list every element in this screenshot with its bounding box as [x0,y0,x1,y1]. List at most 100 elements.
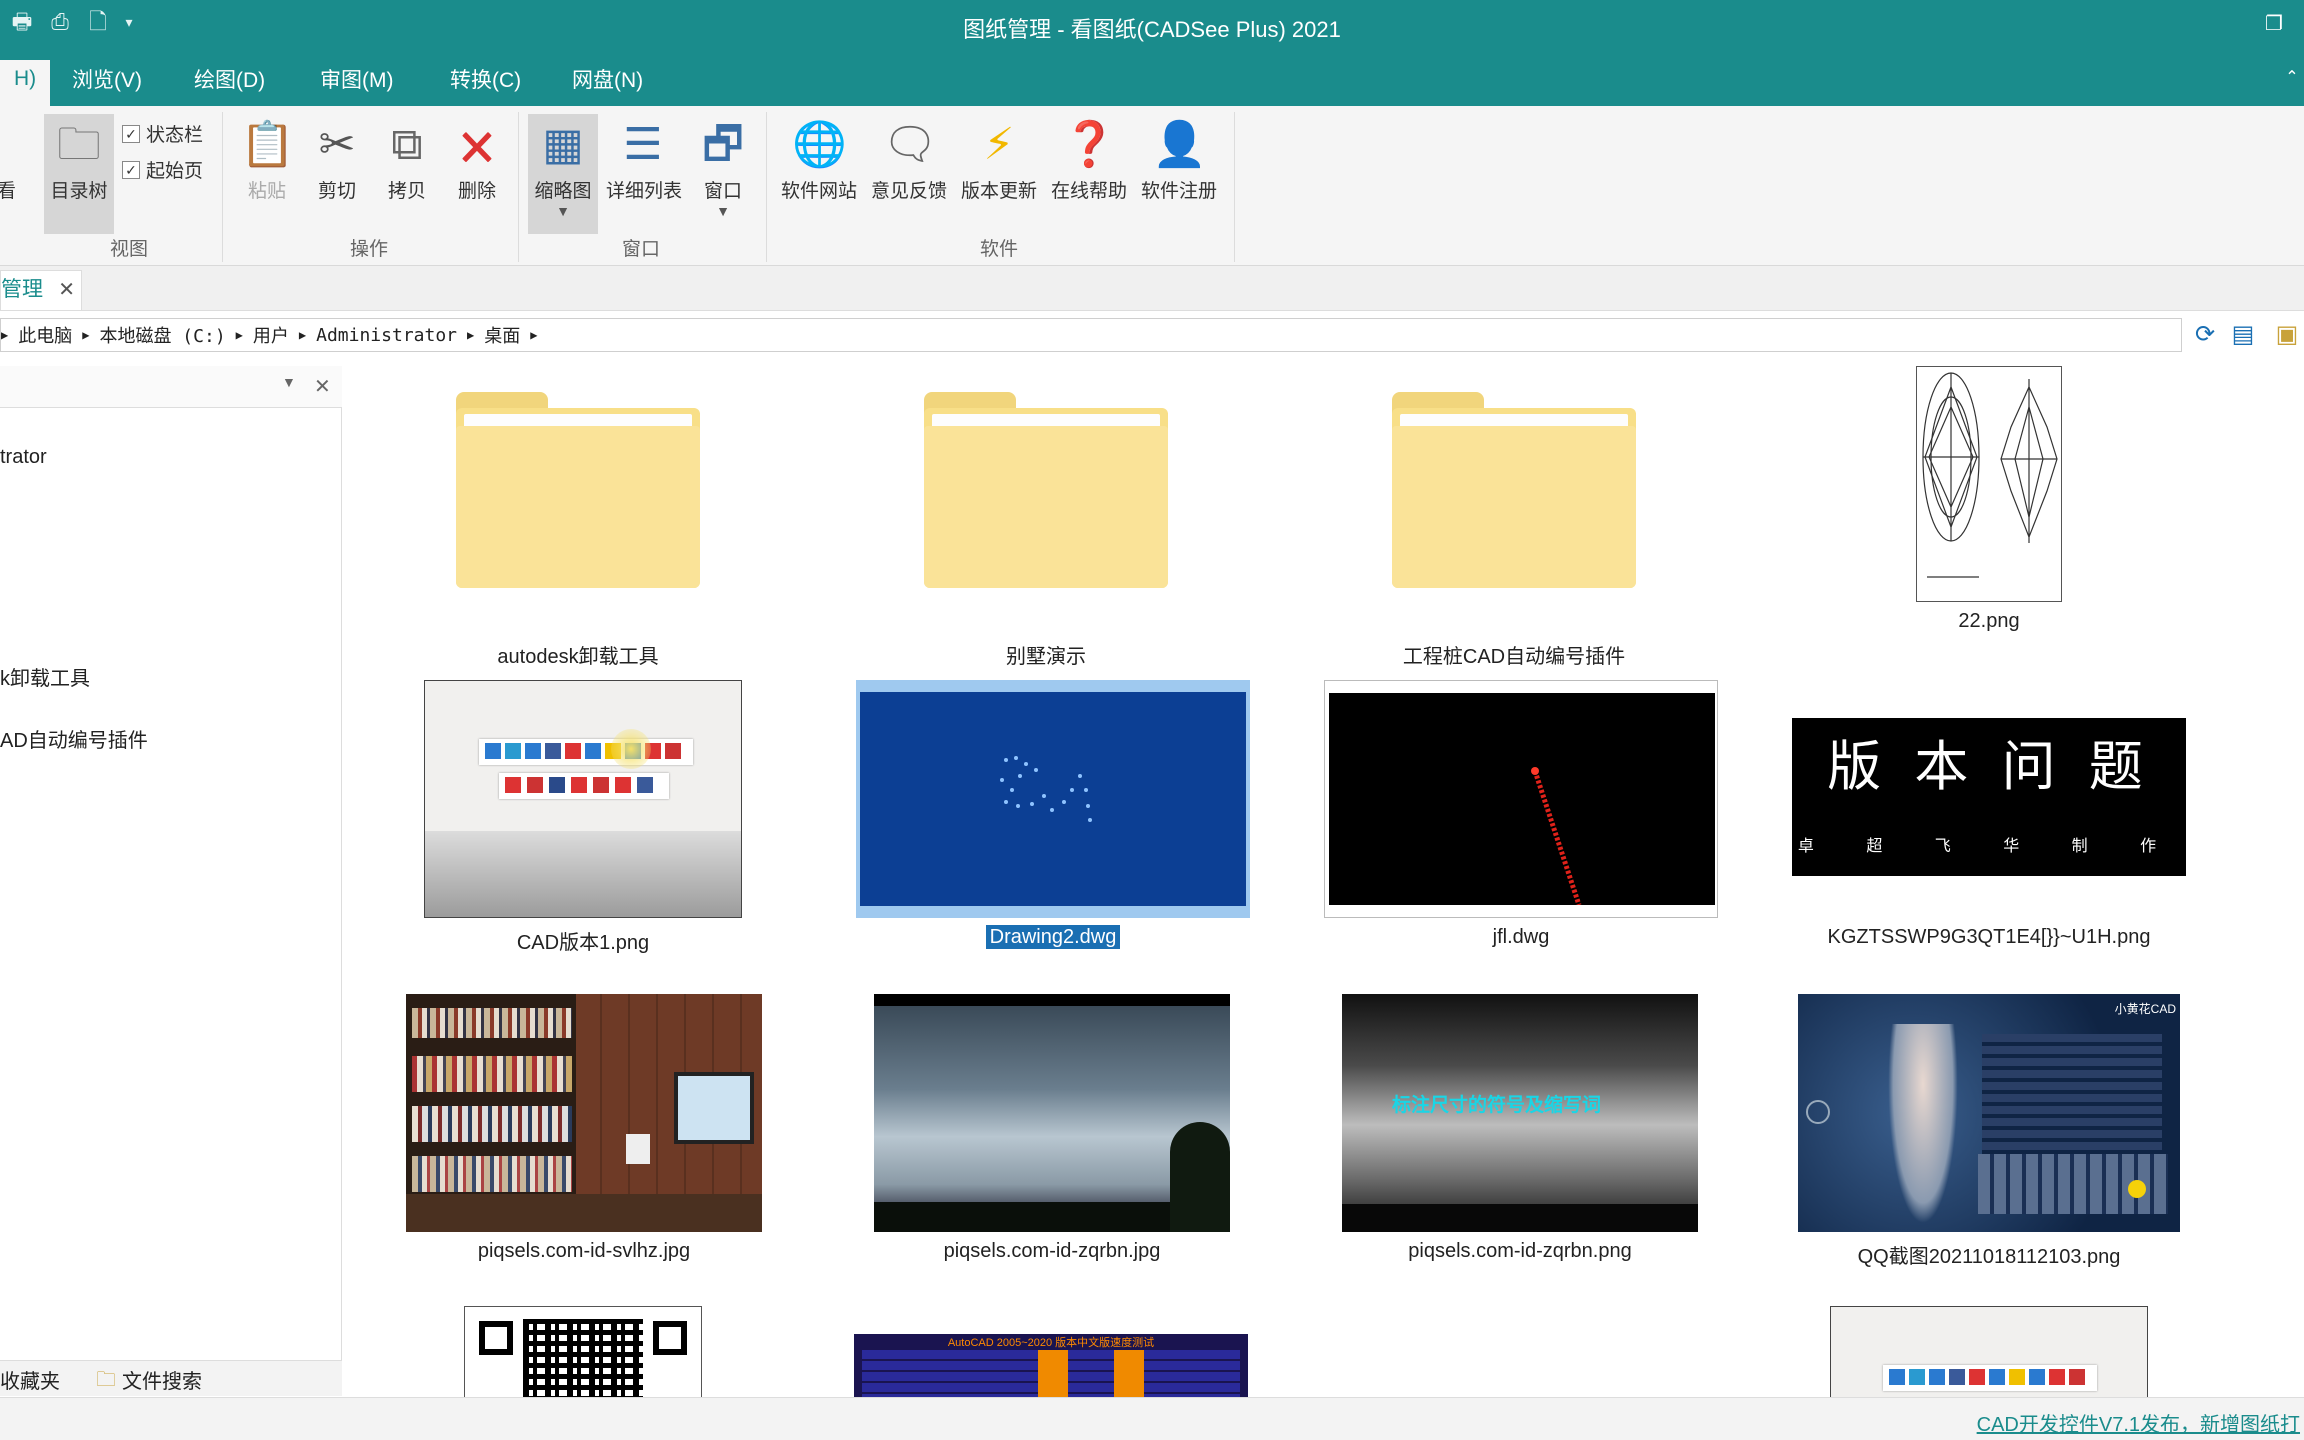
chevron-right-icon: ▶ [530,328,538,342]
dwg-preview-icon [1531,767,1582,905]
window-button[interactable]: 🗗 窗口 ▼ [688,114,758,234]
breadcrumb-local-disk[interactable]: 本地磁盘 (C:) [99,322,225,348]
chevron-down-icon: ▼ [716,203,730,219]
file-item[interactable]: autodesk卸载工具 [456,392,700,668]
menu-cloud[interactable]: 网盘(N) [558,62,657,100]
delete-button[interactable]: 🗙 删除 [442,114,512,234]
close-icon[interactable]: ✕ [314,374,331,399]
copy-button[interactable]: ⧉ 拷贝 [372,114,442,234]
thumbnail: 小黄花CAD [1798,994,2180,1232]
feedback-button[interactable]: 🗨 意见反馈 [864,114,954,234]
folder-tree-icon: 🗀 [57,120,101,169]
group-label-view: 视图 [110,239,149,260]
status-bar: CAD开发控件V7.1发布，新增图纸打 [0,1397,2304,1440]
file-item[interactable] [464,1306,702,1397]
lightning-icon: ⚡ [983,120,1015,169]
file-name: 别墅演示 [1006,646,1086,668]
tab-file-search[interactable]: 文件搜索 [122,1365,202,1394]
file-item[interactable]: 小黄花CAD QQ截图20211018112103.png [1798,994,2180,1274]
thumbnail: 标注尺寸的符号及缩写词 [1342,994,1698,1232]
menu-home[interactable]: H) [0,60,51,106]
group-label-software: 软件 [980,239,1019,260]
breadcrumb[interactable]: ▶ 此电脑 ▶ 本地磁盘 (C:) ▶ 用户 ▶ Administrator ▶… [0,318,2182,352]
thumbnail [1324,680,1718,918]
chevron-down-icon: ▼ [556,203,570,219]
tree-button[interactable]: 🗀 目录树 [44,114,114,234]
separator [518,112,519,262]
startpage-checkbox[interactable]: ✓ 起始页 [122,156,203,183]
chevron-right-icon: ▶ [467,328,475,342]
menu-draw[interactable]: 绘图(D) [180,62,279,100]
chat-icon: 🗨 [882,120,938,169]
file-item[interactable]: piqsels.com-id-svlhz.jpg [406,994,762,1274]
breadcrumb-administrator[interactable]: Administrator [316,325,457,346]
details-button[interactable]: ☰ 详细列表 [606,114,682,234]
breadcrumb-users[interactable]: 用户 [253,322,289,348]
menu-browse[interactable]: 浏览(V) [58,62,156,100]
folder-icon [456,392,700,588]
file-name: QQ截图20211018112103.png [1857,1246,2121,1268]
breadcrumb-desktop[interactable]: 桌面 [484,322,520,348]
paste-icon: 📋 [240,120,295,169]
thumbnail: AutoCAD 2005~2020 版本中文版速度测试 [854,1334,1248,1397]
tree-item[interactable]: AD自动编号插件 [0,724,148,753]
chevron-down-icon[interactable]: ▼ [282,374,296,390]
cut-button[interactable]: ✂ 剪切 [302,114,372,234]
update-button[interactable]: ⚡ 版本更新 [954,114,1044,234]
file-item[interactable]: AutoCAD 2005~2020 版本中文版速度测试 [854,1334,1248,1397]
qr-code-icon [464,1306,702,1397]
tree-item[interactable]: trator [0,446,47,469]
breadcrumb-this-pc[interactable]: 此电脑 [18,322,72,348]
file-item[interactable]: 22.png [1916,366,2062,636]
look-button[interactable]: ◔ 看 [0,114,20,234]
thumbnail [856,680,1250,918]
file-item[interactable]: jfl.dwg [1324,680,1718,960]
drawing-thumbnail [1922,372,2058,578]
file-name: autodesk卸载工具 [497,646,659,668]
paste-button[interactable]: 📋 粘贴 [232,114,302,234]
clipboard-icon[interactable]: ▤ [2228,320,2258,350]
menu-convert[interactable]: 转换(C) [436,62,535,100]
file-item[interactable]: 别墅演示 [924,392,1168,668]
file-name: piqsels.com-id-zqrbn.png [1408,1240,1632,1262]
image-icon[interactable]: ▣ [2272,320,2302,350]
file-item[interactable]: 工程桩CAD自动编号插件 [1392,392,1636,668]
close-icon[interactable]: ✕ [58,271,75,309]
file-item[interactable]: Drawing2.dwg [856,680,1250,960]
statusbar-checkbox[interactable]: ✓ 状态栏 [122,120,203,147]
address-bar: ▶ 此电脑 ▶ 本地磁盘 (C:) ▶ 用户 ▶ Administrator ▶… [0,314,2304,358]
grid-icon: ▦ [542,120,584,169]
register-icon: 👤 [1152,120,1207,169]
check-icon: ✓ [122,124,140,143]
refresh-icon[interactable]: ⟳ [2190,320,2220,350]
file-name: KGZTSSWP9G3QT1E4[}}~U1H.png [1827,926,2151,948]
banner-subtitle: 卓 超 飞 华 制 作 [1797,838,2181,855]
thumbnail [406,994,762,1232]
chevron-right-icon: ▶ [298,328,307,342]
file-item[interactable]: 标注尺寸的符号及缩写词 piqsels.com-id-zqrbn.png [1342,994,1698,1274]
tree-item[interactable]: k卸载工具 [0,662,90,691]
list-icon: ☰ [623,120,663,169]
help-button[interactable]: ❓ 在线帮助 [1044,114,1134,234]
panel-header: ▼ ✕ [0,366,342,408]
tab-drawing-manager[interactable]: 管理 ✕ [0,270,82,310]
file-item[interactable]: 版 本 问 题 卓 超 飞 华 制 作 KGZTSSWP9G3QT1E4[}}~… [1792,718,2186,960]
thumbnail [874,994,1230,1232]
directory-panel: ▼ ✕ trator k卸载工具 AD自动编号插件 [0,366,342,1366]
thumbnails-button[interactable]: ▦ 缩略图 ▼ [528,114,598,234]
collapse-ribbon-icon[interactable]: ⌃ [2280,66,2304,90]
file-item[interactable] [1830,1306,2148,1397]
menu-review[interactable]: 审图(M) [306,62,407,100]
file-grid: autodesk卸载工具 别墅演示 工程桩CAD自动编号插件 22.png CA… [346,362,2304,1397]
file-name: CAD版本1.png [516,932,650,954]
register-button[interactable]: 👤 软件注册 [1134,114,1224,234]
separator [1234,112,1235,262]
website-button[interactable]: 🌐 软件网站 [774,114,864,234]
thumbnail [424,680,742,918]
file-item[interactable]: CAD版本1.png [424,680,742,960]
file-item[interactable]: piqsels.com-id-zqrbn.jpg [874,994,1230,1274]
tab-favorites[interactable]: 收藏夹 [0,1365,60,1394]
title-bar: 🖶 ⎙ 🗋 ▾ 图纸管理 - 看图纸(CADSee Plus) 2021 ❐ [0,0,2304,50]
restore-icon[interactable]: ❐ [2262,12,2286,36]
status-link[interactable]: CAD开发控件V7.1发布，新增图纸打 [1977,1408,2300,1437]
